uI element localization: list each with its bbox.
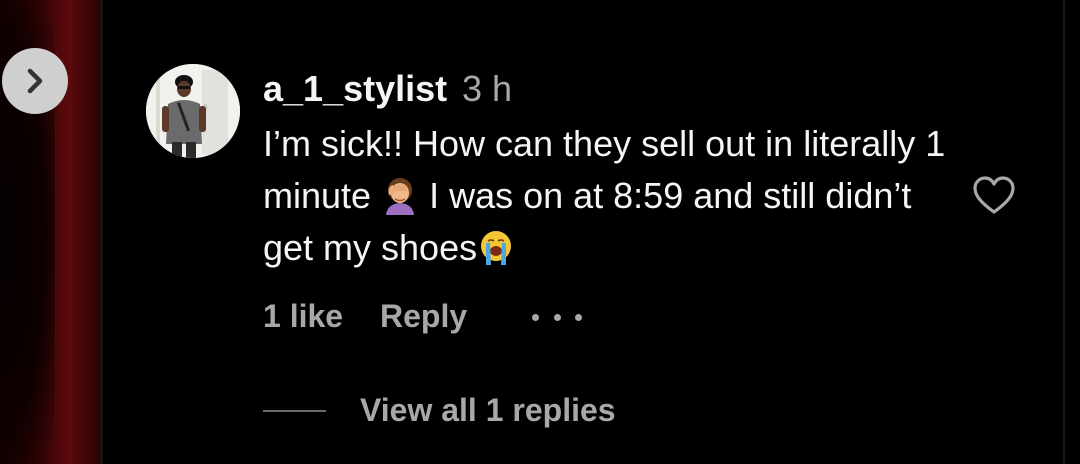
avatar-photo: [146, 64, 240, 158]
avatar[interactable]: [146, 64, 240, 158]
loudly-crying-face-icon: [481, 231, 512, 265]
more-options-icon[interactable]: [532, 310, 582, 324]
reply-button[interactable]: Reply: [380, 298, 467, 335]
more-dot: [532, 313, 539, 321]
panel-divider-right: [1063, 0, 1065, 464]
view-replies-button[interactable]: View all 1 replies: [360, 392, 616, 429]
face-palm-emoji-icon: [386, 178, 415, 215]
more-dot: [575, 313, 582, 321]
chevron-right-icon: [27, 68, 43, 94]
heart-outline-icon[interactable]: [970, 172, 1018, 220]
next-button[interactable]: [2, 48, 68, 114]
panel-divider-left: [100, 0, 103, 464]
comment-timestamp: 3 h: [462, 68, 513, 109]
comment-text: I’m sick!! How can they sell out in lite…: [263, 118, 953, 274]
more-dot: [553, 313, 561, 321]
comment-username[interactable]: a_1_stylist: [263, 68, 447, 110]
like-count[interactable]: 1 like: [263, 298, 343, 335]
replies-divider-line: [263, 410, 326, 412]
